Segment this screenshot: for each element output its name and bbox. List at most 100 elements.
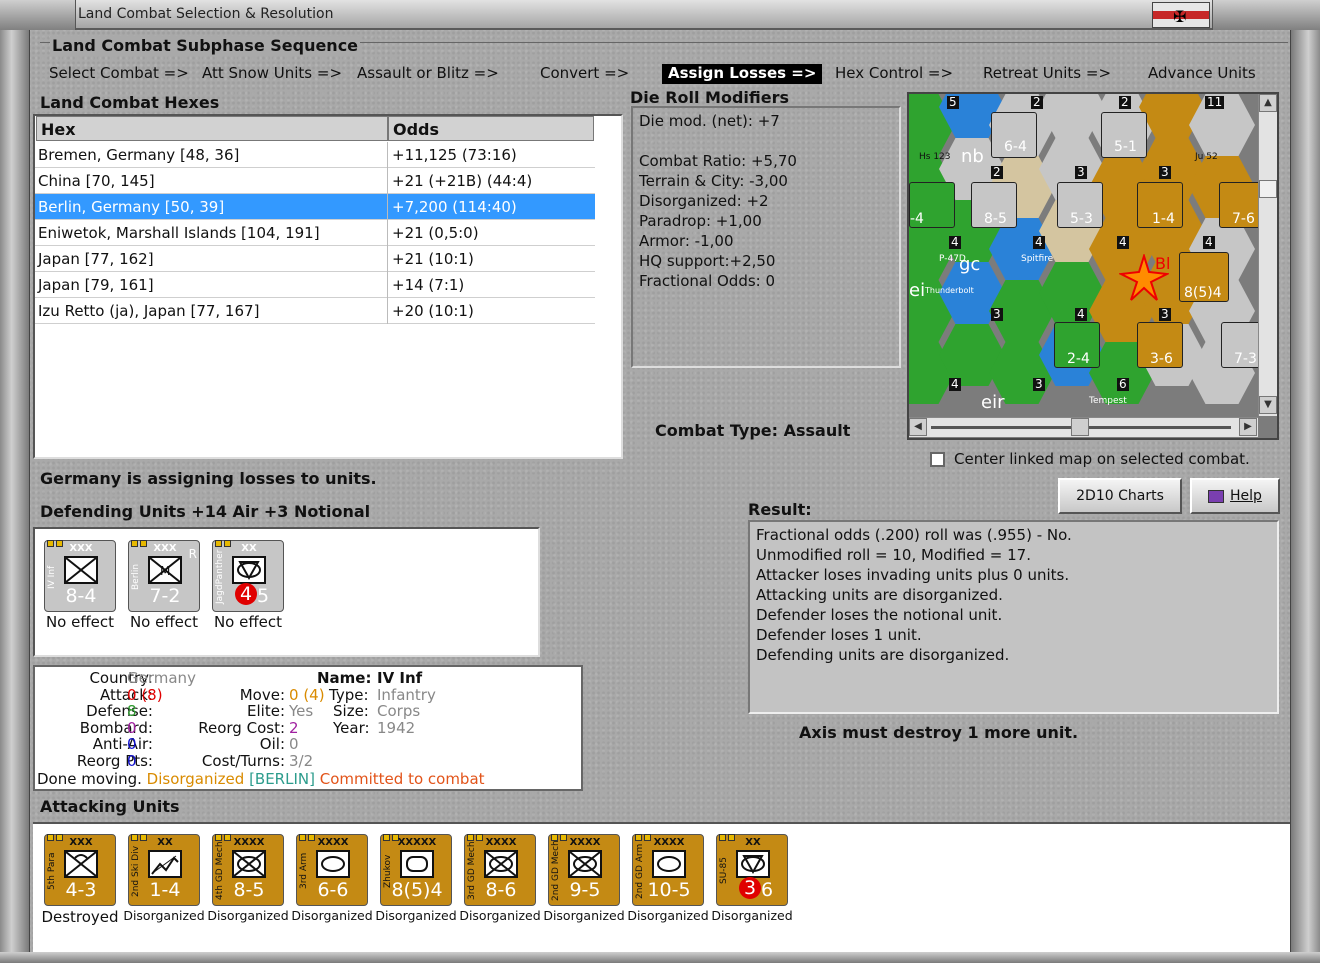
table-row[interactable]: Berlin, Germany [50, 39] +7,200 (114:40) [35,194,595,220]
map-stack-count: 11 [1205,95,1225,109]
table-row[interactable]: Izu Retto (ja), Japan [77, 167] +20 (10:1… [35,298,595,324]
info-oil-label: Oil: [259,735,285,753]
info-done-disorganized: Disorganized [146,770,245,788]
info-reorg-label: Reorg Pts: [76,752,153,770]
table-row[interactable]: Eniwetok, Marshall Islands [104, 191] +21… [35,220,595,246]
unit-status: No effect [213,613,283,631]
col-header-hex[interactable]: Hex [36,116,388,141]
scroll-left-button[interactable]: ◀ [909,418,927,436]
unit-strength: 8(5)4 [391,879,443,901]
unit-counter[interactable]: XXXX 2nd GD Mech 9-5 [548,834,620,906]
nato-symbol-icon [151,855,179,875]
map-stack-count: 3 [1159,307,1171,321]
map-stack-count: 2 [991,165,1003,179]
svg-text:M: M [160,564,170,578]
map-air-label: Spitfire [1021,254,1054,264]
map-counter[interactable]: 8-5 [971,182,1017,228]
info-oil-value: 0 [289,735,299,753]
odds-cell: +21 (0,5:0) [392,224,479,242]
scroll-right-button[interactable]: ▶ [1239,418,1257,436]
unit-counter[interactable]: XXXX 3rd GD Mech 8-6 [464,834,536,906]
unit-type-box [64,850,98,878]
unit-info-panel: Country: Germany Attack: 0 (8) Defense: … [33,665,583,791]
unit-type-box [148,850,182,878]
unit-strength-row: 9-5 [549,879,621,903]
scroll-thumb-vertical[interactable] [1259,180,1277,198]
mod-spacer [639,132,893,152]
mod-terrain: Terrain & City: -3,00 [639,172,788,190]
map-counter[interactable]: 1-4 [1137,182,1183,228]
unit-marker-icon [467,827,487,841]
unit-strength-row: 4-3 [45,879,117,903]
book-icon [1208,489,1225,503]
window-menu-button[interactable] [0,0,76,30]
odds-cell: +20 (10:1) [392,302,474,320]
scroll-down-button[interactable]: ▼ [1259,396,1277,414]
table-row[interactable]: Japan [79, 161] +14 (7:1) [35,272,595,298]
odds-cell: +11,125 (73:16) [392,146,517,164]
table-row[interactable]: Bremen, Germany [48, 36] +11,125 (73:16) [35,142,595,168]
help-button[interactable]: Help [1190,478,1280,514]
result-line: Attacking units are disorganized. [756,586,1003,604]
hex-cell: China [70, 145] [38,172,155,190]
unit-type-box [652,850,686,878]
window-close-button[interactable] [1212,0,1320,30]
unit-counter[interactable]: XXX Berlin R M 7-2 [128,540,200,612]
unit-counter[interactable]: XXXXX Zhukov 8(5)4 [380,834,452,906]
col-header-odds[interactable]: Odds [388,116,594,141]
help-label: Help [1230,488,1262,504]
odds-cell: +21 (10:1) [392,250,474,268]
combat-hexes-title: Land Combat Hexes [40,93,220,112]
center-map-checkbox[interactable] [930,452,945,467]
unit-counter[interactable]: XXXX 2nd GD Arm 10-5 [632,834,704,906]
unit-counter[interactable]: XX SU-85 3 6 [716,834,788,906]
table-row[interactable]: China [70, 145] +21 (+21B) (44:4) [35,168,595,194]
map-counter[interactable]: 6-4 [991,112,1037,158]
unit-counter[interactable]: XXXX 3rd Arm 6-6 [296,834,368,906]
mod-fractional: Fractional Odds: 0 [639,272,776,290]
map-stack-count: 4 [1203,235,1215,249]
linked-hex-map[interactable]: 6-4 5-1 8-5 5-3 1-4 7-6 -4 8(5)4 2-4 3-6… [907,92,1279,440]
scroll-up-button[interactable]: ▲ [1259,94,1277,112]
map-horizontal-scrollbar[interactable]: ◀ ▶ [909,417,1258,437]
unit-counter[interactable]: XXXX 4th GD Mech 8-5 [212,834,284,906]
unit-strength: 8-6 [485,879,517,901]
unit-red-strength: 3 [739,877,761,899]
unit-strength-row: 36 [717,877,789,903]
sequence-title: Land Combat Subphase Sequence [50,36,361,55]
unit-status: Disorganized [543,908,625,923]
unit-marker-icon [551,827,571,841]
unit-corner-mark: R [188,547,197,561]
unit-marker-icon [299,827,319,841]
map-counter[interactable]: 3-6 [1137,322,1183,368]
unit-counter[interactable]: XX 2nd Ski Div 1-4 [128,834,200,906]
unit-strength: 4-3 [65,879,97,901]
map-counter[interactable]: -4 [909,182,955,228]
unit-status: Disorganized [123,908,205,923]
map-counter[interactable]: 2-4 [1054,322,1100,368]
mod-combat-ratio: Combat Ratio: +5,70 [639,152,797,170]
unit-strength-row: 8-6 [465,879,537,903]
hex-cell: Japan [77, 162] [38,250,154,268]
unit-counter[interactable]: XX JagdPanther 4 5 [212,540,284,612]
map-stack-count: 4 [949,235,961,249]
unit-counter[interactable]: XXX IV Inf 8-4 [44,540,116,612]
unit-strength-row: 10-5 [633,879,705,903]
scroll-thumb-horizontal[interactable] [1071,418,1089,436]
unit-counter[interactable]: XXX 5th Para 4-3 [44,834,116,906]
mod-net: Die mod. (net): +7 [639,112,780,130]
map-counter[interactable]: 8(5)4 [1179,252,1229,302]
charts-button[interactable]: 2D10 Charts [1058,478,1182,514]
unit-strength-row: 1-4 [129,879,201,903]
map-stack-count: 3 [1159,165,1171,179]
mod-disorganized: Disorganized: +2 [639,192,769,210]
map-vertical-scrollbar[interactable]: ▲ ▼ [1258,94,1277,416]
result-line: Defending units are disorganized. [756,646,1010,664]
table-row[interactable]: Japan [77, 162] +21 (10:1) [35,246,595,272]
info-size-label: Size: [333,702,369,720]
unit-marker-icon [719,827,739,841]
map-counter[interactable]: 5-3 [1057,182,1103,228]
seq-step-assault-blitz: Assault or Blitz => [357,64,499,82]
map-air-label: Tempest [1089,396,1127,406]
map-counter[interactable]: 5-1 [1101,112,1147,158]
